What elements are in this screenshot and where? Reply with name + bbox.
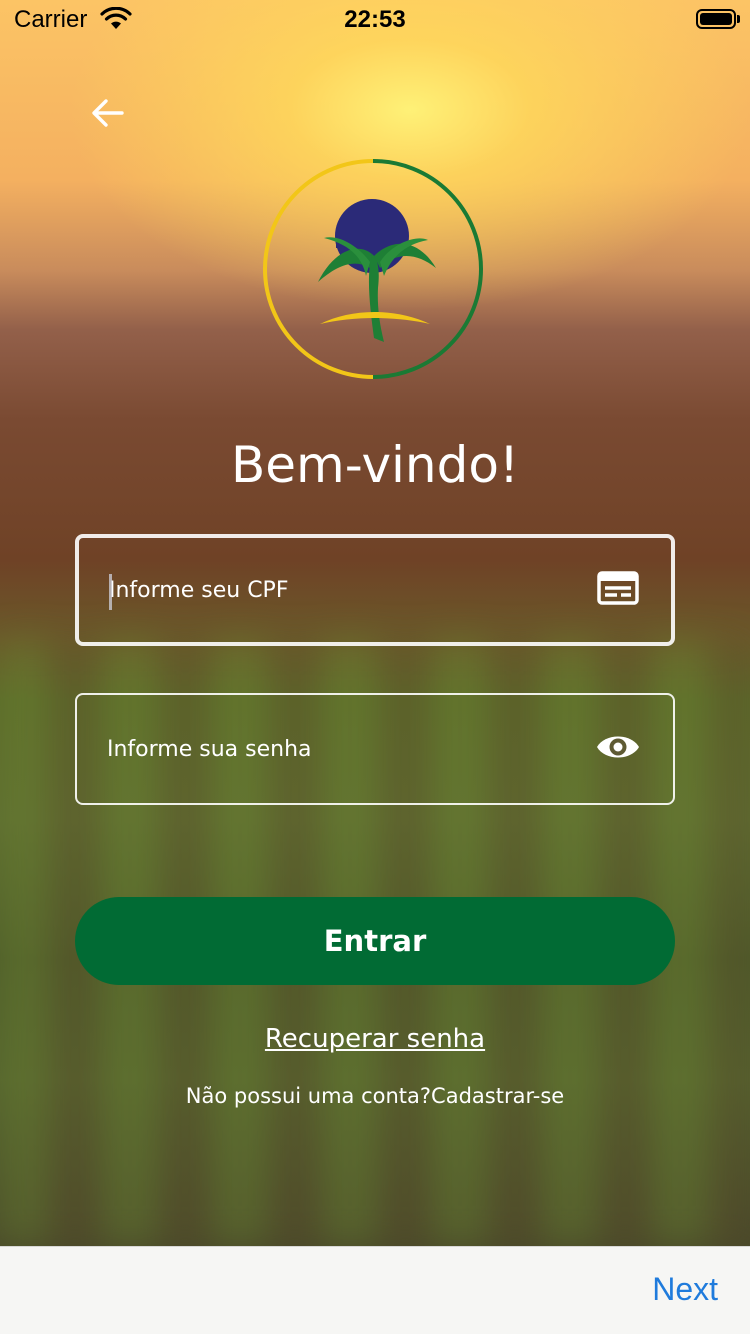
- back-button[interactable]: [88, 93, 128, 133]
- signup-prompt: Não possui uma conta?Cadastrar-se: [0, 1084, 750, 1108]
- text-cursor: [109, 574, 112, 610]
- login-screen: Carrier 22:53 Bem-vindo! Informe seu CPF…: [0, 0, 750, 1334]
- clock: 22:53: [344, 6, 406, 33]
- signup-link[interactable]: Cadastrar-se: [431, 1084, 564, 1108]
- battery-icon: [696, 9, 736, 29]
- password-input[interactable]: [107, 695, 567, 803]
- eye-icon[interactable]: [595, 731, 641, 767]
- cpf-input[interactable]: [109, 538, 569, 642]
- arrow-left-icon: [92, 99, 124, 127]
- id-card-icon: [597, 571, 639, 609]
- password-field[interactable]: [75, 693, 675, 805]
- welcome-title: Bem-vindo!: [230, 436, 519, 494]
- cpf-field[interactable]: [75, 534, 675, 646]
- app-logo: [262, 158, 484, 380]
- status-bar: Carrier 22:53: [0, 0, 750, 40]
- battery-tip: [737, 15, 740, 23]
- next-button[interactable]: Next: [652, 1271, 718, 1308]
- login-button[interactable]: Entrar: [75, 897, 675, 985]
- keyboard-accessory-bar: Next: [0, 1246, 750, 1334]
- recover-password-link[interactable]: Recuperar senha: [0, 1024, 750, 1054]
- no-account-text: Não possui uma conta?: [185, 1084, 432, 1108]
